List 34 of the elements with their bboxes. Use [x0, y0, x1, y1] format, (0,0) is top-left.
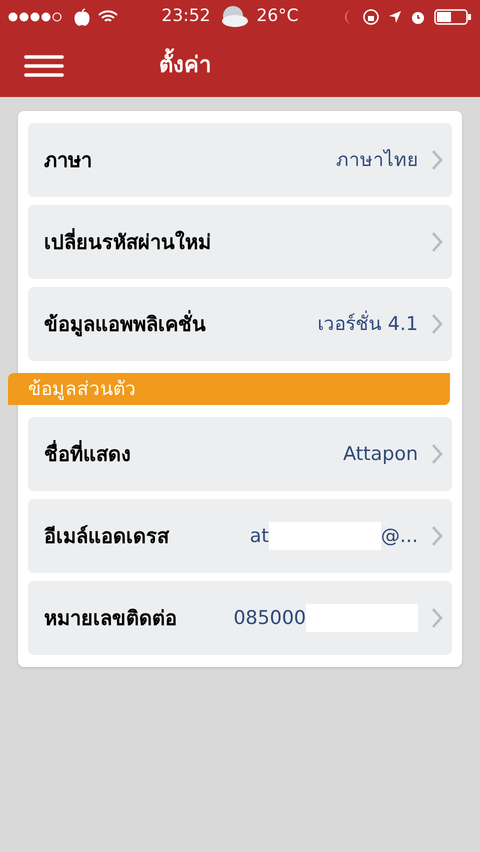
setting-value: at [250, 524, 269, 549]
wifi-icon [98, 10, 118, 24]
location-arrow-icon [388, 10, 402, 24]
chevron-icon [430, 607, 444, 629]
setting-label: ชื่อที่แสดง [44, 439, 131, 468]
page-title: ตั้งค่า [159, 49, 211, 82]
settings-row[interactable]: ชื่อที่แสดง Attapon [28, 417, 452, 491]
status-temperature: 26°C [256, 5, 299, 28]
settings-row[interactable]: อีเมล์แอดเดรส at @... [28, 499, 452, 573]
setting-value: ภาษาไทย [336, 148, 418, 173]
alarm-icon [410, 9, 426, 25]
chevron-icon [430, 149, 444, 171]
chevron-icon [430, 313, 444, 335]
setting-label: หมายเลขติดต่อ [44, 605, 177, 632]
chevron-icon [430, 525, 444, 547]
apple-icon [74, 8, 90, 26]
section-title: ข้อมูลส่วนตัว [28, 376, 136, 402]
settings-row[interactable]: ภาษา ภาษาไทย [28, 123, 452, 197]
status-time: 23:52 [162, 5, 210, 28]
battery-icon [434, 9, 472, 25]
setting-label: อีเมล์แอดเดรส [44, 523, 169, 550]
setting-label: เปลี่ยนรหัสผ่านใหม่ [44, 227, 211, 256]
setting-value: เวอร์ชั่น 4.1 [318, 310, 418, 337]
settings-row[interactable]: เปลี่ยนรหัสผ่านใหม่ [28, 205, 452, 279]
setting-label: ภาษา [44, 147, 92, 174]
setting-value: Attapon [343, 442, 418, 467]
chevron-icon [430, 443, 444, 465]
setting-label: ข้อมูลแอพพลิเคชั่น [44, 309, 206, 338]
settings-row[interactable]: หมายเลขติดต่อ 085000 [28, 581, 452, 655]
menu-icon[interactable] [24, 54, 64, 78]
setting-value: @... [380, 524, 418, 549]
settings-row[interactable]: ข้อมูลแอพพลิเคชั่น เวอร์ชั่น 4.1 [28, 287, 452, 361]
setting-value: 085000 [233, 606, 306, 631]
chevron-icon [430, 231, 444, 253]
